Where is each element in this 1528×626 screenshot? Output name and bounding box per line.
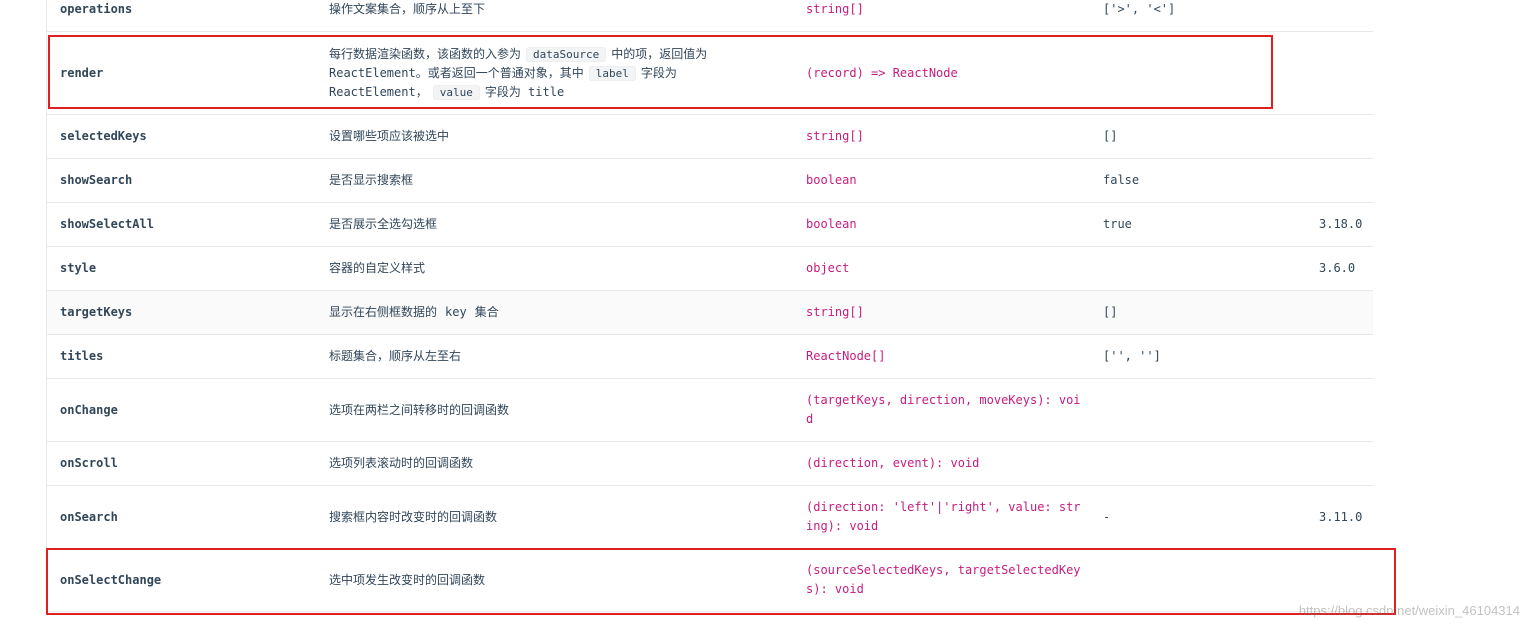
prop-type: (targetKeys, direction, moveKeys): void [806, 393, 1081, 426]
table-row: selectedKeys 设置哪些项应该被选中 string[] [] [47, 115, 1373, 159]
prop-description: 选项在两栏之间转移时的回调函数 [329, 402, 510, 417]
table-row: onScroll 选项列表滚动时的回调函数 (direction, event)… [47, 442, 1373, 486]
prop-default: [] [1103, 305, 1118, 319]
prop-name: onScroll [60, 456, 118, 470]
prop-type: (record) => ReactNode [806, 65, 958, 80]
prop-name: style [60, 261, 97, 275]
desc-text: ReactElement， [329, 84, 428, 99]
prop-name: titles [60, 349, 104, 363]
table-row: style 容器的自定义样式 object 3.6.0 [47, 247, 1373, 291]
prop-name: selectedKeys [60, 129, 147, 143]
desc-text: 显示在右侧框数据的 [329, 305, 438, 319]
prop-type: (sourceSelectedKeys, targetSelectedKeys)… [806, 563, 1081, 596]
table-row: onSearch 搜索框内容时改变时的回调函数 (direction: 'lef… [47, 486, 1373, 549]
prop-type: string[] [806, 305, 864, 319]
table-row: showSearch 是否显示搜索框 boolean false [47, 159, 1373, 203]
desc-text: 字段为 title [484, 84, 565, 99]
prop-version: 3.18.0 [1319, 217, 1363, 231]
prop-description: 显示在右侧框数据的 key 集合 [329, 291, 769, 334]
table-row: titles 标题集合，顺序从左至右 ReactNode[] ['', ''] [47, 335, 1373, 379]
prop-default: false [1103, 173, 1140, 187]
desc-text: 字段为 [640, 65, 677, 80]
prop-name: operations [60, 2, 133, 16]
inline-code: key [445, 305, 467, 319]
prop-name: onSearch [60, 509, 118, 524]
prop-description: 容器的自定义样式 [329, 261, 426, 275]
table-row: showSelectAll 是否展示全选勾选框 boolean true 3.1… [47, 203, 1373, 247]
prop-description: 操作文案集合，顺序从上至下 [329, 2, 486, 16]
prop-default: true [1103, 217, 1132, 231]
prop-description: 设置哪些项应该被选中 [329, 129, 450, 143]
watermark: https://blog.csdn.net/weixin_46104314 [1298, 603, 1520, 618]
prop-type: (direction, event): void [806, 456, 980, 470]
desc-text: 每行数据渲染函数，该函数的入参为 [329, 46, 522, 61]
prop-type: boolean [806, 173, 857, 187]
prop-description: 选中项发生改变时的回调函数 [329, 572, 486, 587]
prop-description: 标题集合，顺序从左至右 [329, 349, 462, 363]
desc-text: 中的项，返回值为 [611, 46, 708, 61]
api-props-table: operations 操作文案集合，顺序从上至下 string[] ['>', … [46, 0, 1373, 612]
prop-name: onSelectChange [60, 572, 162, 587]
table-row: targetKeys 显示在右侧框数据的 key 集合 string[] [] [47, 291, 1373, 335]
prop-type: object [806, 261, 850, 275]
desc-text: 集合 [474, 305, 499, 319]
inline-code: dataSource [526, 46, 607, 62]
desc-text: ReactElement。或者返回一个普通对象，其中 [329, 65, 584, 80]
table-row: operations 操作文案集合，顺序从上至下 string[] ['>', … [47, 0, 1373, 32]
prop-type: string[] [806, 2, 864, 16]
prop-description: 每行数据渲染函数，该函数的入参为 dataSource 中的项，返回值为 React… [329, 32, 769, 114]
prop-description: 选项列表滚动时的回调函数 [329, 456, 474, 470]
table-row: onChange 选项在两栏之间转移时的回调函数 (targetKeys, di… [47, 379, 1373, 442]
prop-name: showSelectAll [60, 217, 154, 231]
prop-description: 是否显示搜索框 [329, 173, 414, 187]
prop-type: ReactNode[] [806, 349, 886, 363]
prop-type: string[] [806, 129, 864, 143]
prop-description: 是否展示全选勾选框 [329, 217, 438, 231]
prop-description: 搜索框内容时改变时的回调函数 [329, 509, 498, 524]
inline-code: value [432, 84, 480, 100]
inline-code: label [588, 65, 636, 81]
prop-version: 3.6.0 [1319, 261, 1356, 275]
prop-type: (direction: 'left'|'right', value: strin… [806, 500, 1081, 533]
prop-default: ['>', '<'] [1103, 2, 1176, 16]
prop-default: - [1103, 509, 1111, 524]
prop-type: boolean [806, 217, 857, 231]
prop-name: render [60, 65, 104, 80]
prop-name: onChange [60, 402, 118, 417]
prop-name: showSearch [60, 173, 133, 187]
table-row: onSelectChange 选中项发生改变时的回调函数 (sourceSele… [47, 549, 1373, 612]
prop-version: 3.11.0 [1319, 509, 1363, 524]
table-row: render 每行数据渲染函数，该函数的入参为 dataSource 中的项，返回值… [47, 32, 1373, 115]
prop-default: [] [1103, 129, 1118, 143]
prop-default: ['', ''] [1103, 349, 1161, 363]
prop-name: targetKeys [60, 305, 133, 319]
